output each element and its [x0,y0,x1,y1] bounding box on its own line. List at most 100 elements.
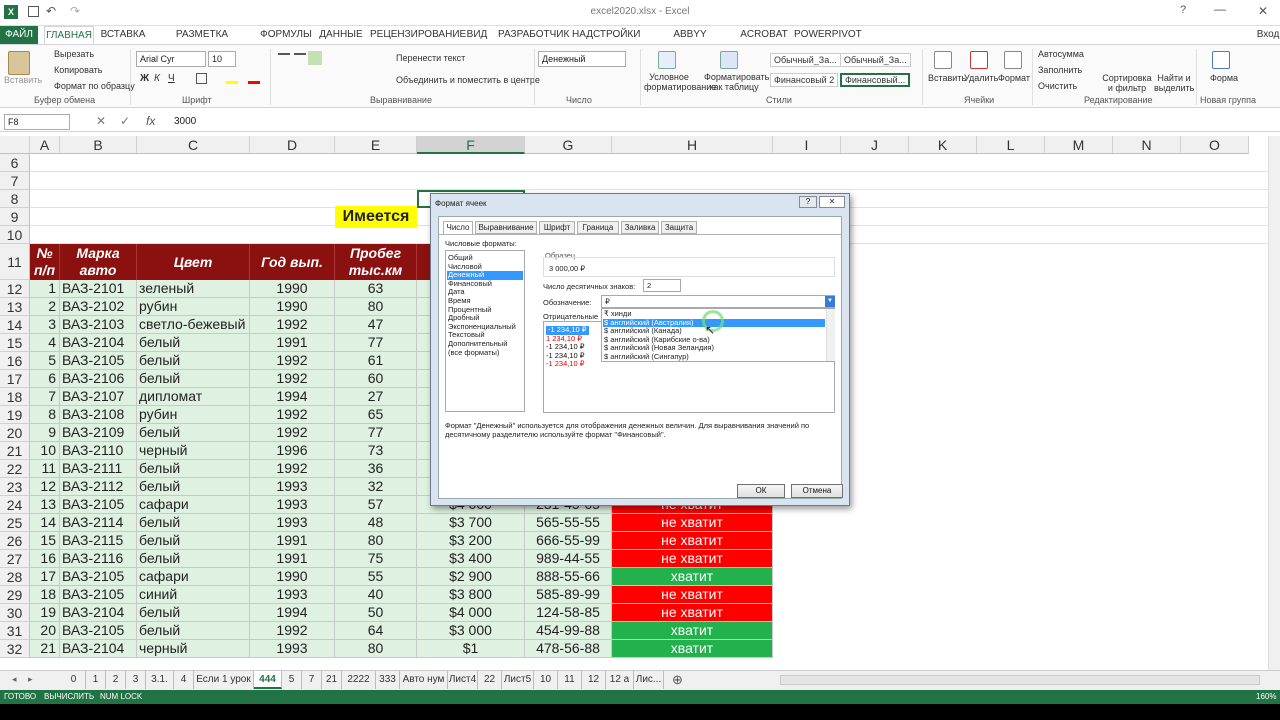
model-cell[interactable]: ВАЗ-2110 [60,442,137,460]
dialog-close-button[interactable]: ✕ [819,196,845,208]
tab-formulas[interactable]: ФОРМУЛЫ [258,26,314,44]
dialog-tab-number[interactable]: Число [443,221,473,235]
color-cell[interactable]: белый [137,424,250,442]
row-header-15[interactable]: 15 [0,334,30,352]
fx-icon[interactable]: fx [146,114,155,128]
status-cell[interactable]: хватит [612,568,773,586]
form-icon[interactable] [1212,51,1230,69]
sheet-tab[interactable]: 3 [126,671,146,689]
year-cell[interactable]: 1994 [250,604,335,622]
year-cell[interactable]: 1996 [250,442,335,460]
find-select-button[interactable]: Найти и выделить [1154,73,1194,93]
mileage-cell[interactable]: 32 [335,478,417,496]
color-cell[interactable]: белый [137,532,250,550]
price-cell[interactable]: $3 200 [417,532,525,550]
sheet-tab[interactable]: 1 [86,671,106,689]
row-header-12[interactable]: 12 [0,280,30,298]
status-cell[interactable]: не хватит [612,604,773,622]
row-header-31[interactable]: 31 [0,622,30,640]
num-cell[interactable]: 12 [30,478,60,496]
color-cell[interactable]: белый [137,352,250,370]
model-cell[interactable]: ВАЗ-2102 [60,298,137,316]
sheet-tab[interactable]: 0 [62,671,86,689]
status-cell[interactable]: не хватит [612,586,773,604]
year-cell[interactable]: 1992 [250,424,335,442]
num-cell[interactable]: 15 [30,532,60,550]
sheet-tab[interactable]: Лис... [634,671,664,689]
sheet-tab[interactable]: 444 [254,671,282,689]
phone-cell[interactable]: 666-55-99 [525,532,612,550]
price-cell[interactable]: $3 800 [417,586,525,604]
year-cell[interactable]: 1992 [250,352,335,370]
color-cell[interactable]: белый [137,370,250,388]
sheet-tab[interactable]: 7 [302,671,322,689]
align-top-icon[interactable] [278,53,290,63]
num-cell[interactable]: 19 [30,604,60,622]
status-calc[interactable]: ВЫЧИСЛИТЬ [44,692,94,701]
mileage-cell[interactable]: 27 [335,388,417,406]
num-cell[interactable]: 17 [30,568,60,586]
year-cell[interactable]: 1992 [250,622,335,640]
sheet-tab[interactable]: 22 [478,671,502,689]
model-cell[interactable]: ВАЗ-2103 [60,316,137,334]
minimize-icon[interactable]: — [1214,2,1226,16]
price-cell[interactable]: $1 [417,640,525,658]
vertical-scrollbar[interactable] [1268,136,1280,670]
mileage-cell[interactable]: 48 [335,514,417,532]
font-size-select[interactable]: 10 [208,51,236,67]
style-normal-2[interactable]: Обычный_За... [840,53,911,67]
sheet-tab[interactable]: 5 [282,671,302,689]
year-cell[interactable]: 1993 [250,640,335,658]
status-cell[interactable]: не хватит [612,550,773,568]
select-all-corner[interactable] [0,136,30,154]
tab-file[interactable]: ФАЙЛ [0,26,38,44]
prev-sheet-icon[interactable]: ◂ [12,674,17,685]
mileage-cell[interactable]: 61 [335,352,417,370]
row-header-32[interactable]: 32 [0,640,30,658]
price-cell[interactable]: $3 000 [417,622,525,640]
model-cell[interactable]: ВАЗ-2111 [60,460,137,478]
model-cell[interactable]: ВАЗ-2114 [60,514,137,532]
format-as-table-icon[interactable] [720,51,738,69]
status-cell[interactable]: хватит [612,640,773,658]
sheet-tab[interactable]: Лист5 [502,671,534,689]
close-icon[interactable]: ✕ [1258,4,1268,18]
num-cell[interactable]: 5 [30,352,60,370]
sheet-tab[interactable]: 333 [376,671,400,689]
form-button[interactable]: Форма [1210,73,1238,83]
row-header-26[interactable]: 26 [0,532,30,550]
model-cell[interactable]: ВАЗ-2105 [60,568,137,586]
tab-view[interactable]: ВИД [462,26,492,44]
status-cell[interactable]: хватит [612,622,773,640]
phone-cell[interactable]: 454-99-88 [525,622,612,640]
delete-cells-button[interactable]: Удалить [964,73,998,83]
model-cell[interactable]: ВАЗ-2105 [60,622,137,640]
row-header-22[interactable]: 22 [0,460,30,478]
mileage-cell[interactable]: 50 [335,604,417,622]
year-cell[interactable]: 1990 [250,568,335,586]
mileage-cell[interactable]: 63 [335,280,417,298]
clear-button[interactable]: Очистить [1038,81,1077,91]
row-header-27[interactable]: 27 [0,550,30,568]
dialog-tab-fill[interactable]: Заливка [621,221,659,234]
year-cell[interactable]: 1993 [250,496,335,514]
model-cell[interactable]: ВАЗ-2108 [60,406,137,424]
font-color-icon[interactable] [248,81,260,84]
sheet-tab[interactable]: 11 [558,671,582,689]
phone-cell[interactable]: 124-58-85 [525,604,612,622]
mileage-cell[interactable]: 60 [335,370,417,388]
color-cell[interactable]: синий [137,586,250,604]
row-header-13[interactable]: 13 [0,298,30,316]
column-header-a[interactable]: A [30,136,60,154]
color-cell[interactable]: белый [137,514,250,532]
tab-developer[interactable]: РАЗРАБОТЧИК [498,26,569,44]
tab-data[interactable]: ДАННЫЕ [318,26,364,44]
borders-icon[interactable] [196,73,207,84]
year-cell[interactable]: 1992 [250,460,335,478]
mileage-cell[interactable]: 80 [335,532,417,550]
mileage-cell[interactable]: 80 [335,298,417,316]
column-header-e[interactable]: E [335,136,417,154]
sheet-tab[interactable]: Лист4 [448,671,478,689]
tab-insert[interactable]: ВСТАВКА [100,26,146,44]
column-header-c[interactable]: C [137,136,250,154]
